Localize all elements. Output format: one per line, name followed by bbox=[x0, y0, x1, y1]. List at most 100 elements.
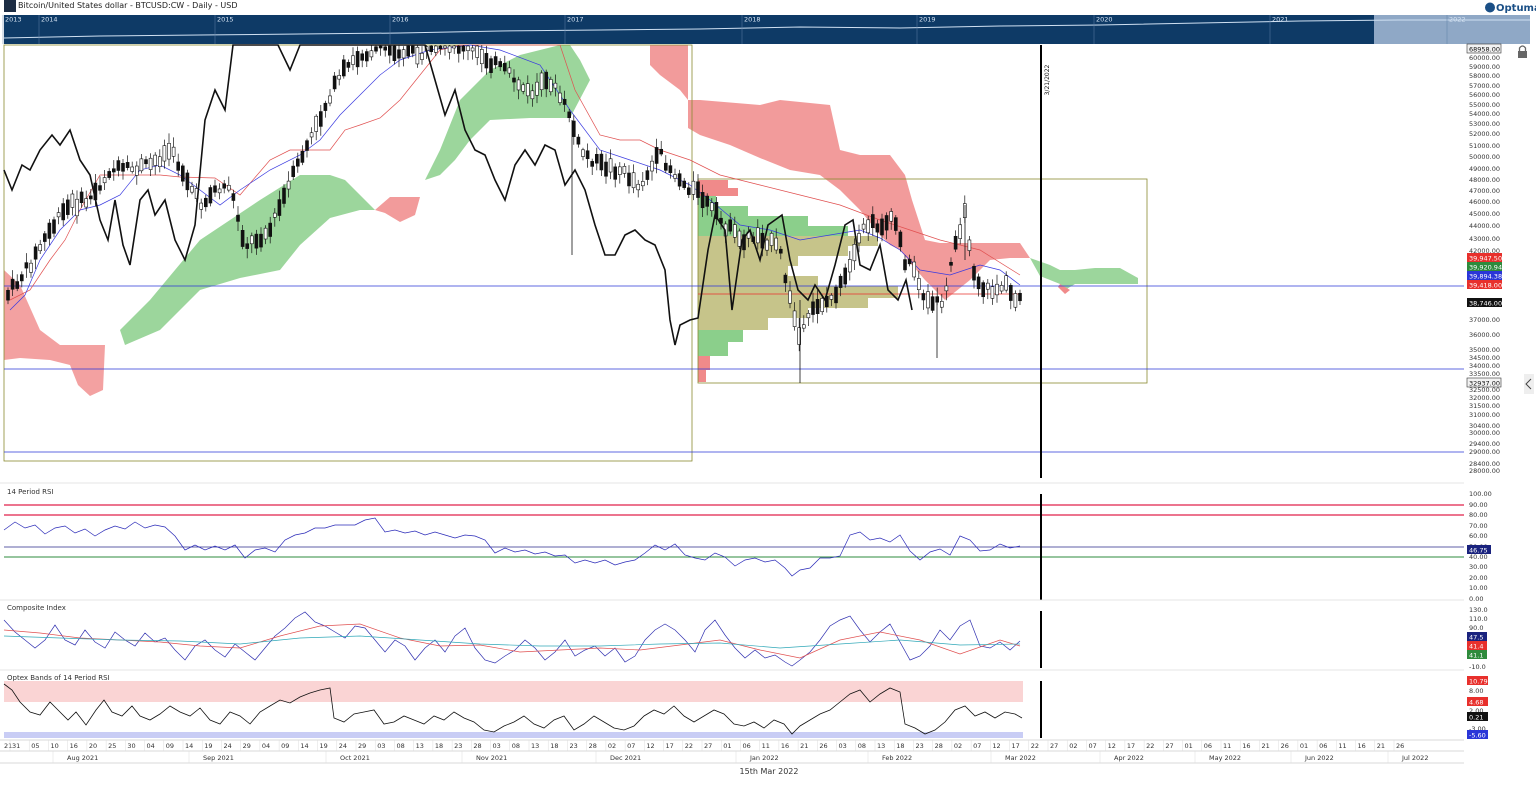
composite-index-panel[interactable]: Composite Index 130.0110.090.070.0-10.04… bbox=[0, 599, 1488, 671]
date-day-label: 23 bbox=[454, 742, 462, 750]
date-day-label: 17 bbox=[1127, 742, 1135, 750]
candle bbox=[663, 155, 668, 174]
optex-axis[interactable]: 8.002.00-3.0010.794.680.21-5.60 bbox=[1467, 676, 1488, 740]
candle bbox=[921, 289, 926, 310]
price-marker: 39,920.94 bbox=[1467, 262, 1502, 272]
date-day-label: 11 bbox=[1338, 742, 1346, 750]
candle bbox=[1004, 271, 1009, 293]
candle bbox=[38, 239, 43, 254]
date-day-label: 27 bbox=[1165, 742, 1173, 750]
date-day-label: 02 bbox=[1069, 742, 1077, 750]
candle bbox=[144, 156, 148, 169]
candle bbox=[369, 45, 374, 61]
svg-text:41.1: 41.1 bbox=[1469, 652, 1483, 660]
candle bbox=[645, 166, 650, 186]
rsi-tick-label: 0.00 bbox=[1469, 595, 1483, 603]
candle bbox=[199, 198, 203, 219]
candle bbox=[42, 231, 47, 251]
rsi-axis[interactable]: 100.0090.0080.0070.0060.0050.0040.0030.0… bbox=[1467, 490, 1492, 603]
date-day-label: 21 bbox=[1377, 742, 1385, 750]
rsi-tick-label: 100.00 bbox=[1469, 490, 1492, 498]
candle bbox=[456, 45, 461, 63]
date-axis[interactable]: 21 31 05 10 16 20 25 30 04 09 14 19 24 29 04 09 14 19 24 29… bbox=[0, 739, 1464, 776]
composite-axis[interactable]: 130.0110.090.070.0-10.047.541.441.1 bbox=[1467, 606, 1488, 671]
navigator-year-label: 2019 bbox=[919, 16, 936, 24]
candle bbox=[162, 139, 167, 169]
date-month-label: Apr 2022 bbox=[1114, 754, 1144, 762]
composite-value-marker: 41.1 bbox=[1467, 650, 1487, 660]
optex-value-marker: -5.60 bbox=[1467, 730, 1488, 740]
price-tick-label: 57000.00 bbox=[1469, 82, 1500, 90]
price-tick-label: 28000.00 bbox=[1469, 467, 1500, 475]
date-day-label: 08 bbox=[396, 742, 404, 750]
candle bbox=[153, 152, 157, 175]
candle bbox=[360, 49, 365, 68]
date-day-label: 04 bbox=[147, 742, 155, 750]
rsi-tick-label: 80.00 bbox=[1469, 511, 1488, 519]
candle bbox=[98, 176, 102, 195]
candle bbox=[452, 45, 457, 55]
optex-panel-title: Optex Bands of 14 Period RSI bbox=[7, 674, 110, 682]
date-day-label: 29 bbox=[358, 742, 366, 750]
rsi-value-marker: 46.75 bbox=[1467, 545, 1491, 555]
date-day-label: 19 bbox=[320, 742, 328, 750]
candle bbox=[677, 169, 682, 191]
price-axis[interactable]: 60000.0059000.0058000.00 57000.0056000.00… bbox=[1466, 43, 1502, 475]
rsi-tick-label: 70.00 bbox=[1469, 522, 1488, 530]
candle bbox=[355, 46, 360, 75]
date-month-label: Feb 2022 bbox=[882, 754, 912, 762]
svg-text:0.21: 0.21 bbox=[1469, 714, 1483, 722]
navigator-year-label: 2017 bbox=[567, 16, 584, 24]
candle bbox=[364, 48, 369, 67]
candle bbox=[613, 163, 618, 188]
date-day-label: 03 bbox=[839, 742, 847, 750]
composite-tick-label: 90.0 bbox=[1469, 624, 1483, 632]
candle bbox=[351, 47, 355, 71]
candle bbox=[847, 251, 852, 281]
composite-panel-title: Composite Index bbox=[7, 604, 66, 612]
candle bbox=[328, 89, 332, 107]
price-tick-label: 30000.00 bbox=[1469, 429, 1500, 437]
price-tick-label: 60000.00 bbox=[1469, 54, 1500, 62]
date-day-label: 25 bbox=[108, 742, 116, 750]
date-day-label: 29 bbox=[243, 742, 251, 750]
candle bbox=[15, 274, 19, 292]
candle bbox=[107, 168, 111, 180]
candle bbox=[185, 169, 190, 198]
candle bbox=[447, 45, 452, 60]
date-day-label: 09 bbox=[166, 742, 174, 750]
date-day-label: 18 bbox=[550, 742, 558, 750]
optex-bands-panel[interactable]: Optex Bands of 14 Period RSI 8.002.00-3.… bbox=[0, 669, 1488, 740]
candle bbox=[599, 150, 604, 177]
composite-value-marker: 41.4 bbox=[1467, 641, 1487, 651]
date-day-label: 23 bbox=[569, 742, 577, 750]
composite-value-marker: 47.5 bbox=[1467, 632, 1487, 642]
app-icon[interactable] bbox=[4, 0, 16, 12]
chart-header: Bitcoin/United States dollar - BTCUSD:CW… bbox=[4, 0, 237, 12]
candle bbox=[204, 194, 208, 212]
price-tick-label: 56000.00 bbox=[1469, 91, 1500, 99]
svg-text:46.75: 46.75 bbox=[1469, 547, 1488, 555]
date-day-label: 30 bbox=[127, 742, 135, 750]
candle bbox=[121, 158, 125, 180]
date-day-label: 05 bbox=[31, 742, 39, 750]
candle bbox=[682, 177, 687, 190]
date-month-label: Sep 2021 bbox=[203, 754, 234, 762]
rsi-panel[interactable]: 14 Period RSI 100.00 90.00 80.00 70.00 60.00… bbox=[0, 482, 1492, 603]
price-tick-label: 37000.00 bbox=[1469, 316, 1500, 324]
candle bbox=[66, 194, 70, 219]
rsi-tick-label: 30.00 bbox=[1469, 563, 1488, 571]
composite-index-line bbox=[3, 611, 1021, 667]
lock-icon[interactable] bbox=[1518, 45, 1527, 58]
collapse-arrow-icon[interactable] bbox=[1524, 374, 1534, 394]
forecast-date-label: 3/21/2022 bbox=[1044, 64, 1051, 95]
price-panel[interactable]: 3/21/2022 60000.0059000.0058000.00 57000.… bbox=[3, 43, 1534, 478]
date-month-label: Dec 2021 bbox=[610, 754, 641, 762]
price-tick-label: 29400.00 bbox=[1469, 440, 1500, 448]
candle bbox=[52, 216, 56, 238]
candle bbox=[981, 280, 986, 304]
price-high-marker: 68958.00 bbox=[1466, 43, 1502, 54]
candle bbox=[470, 45, 475, 60]
chart-title: Bitcoin/United States dollar - BTCUSD:CW… bbox=[18, 1, 237, 10]
candle bbox=[926, 284, 930, 315]
